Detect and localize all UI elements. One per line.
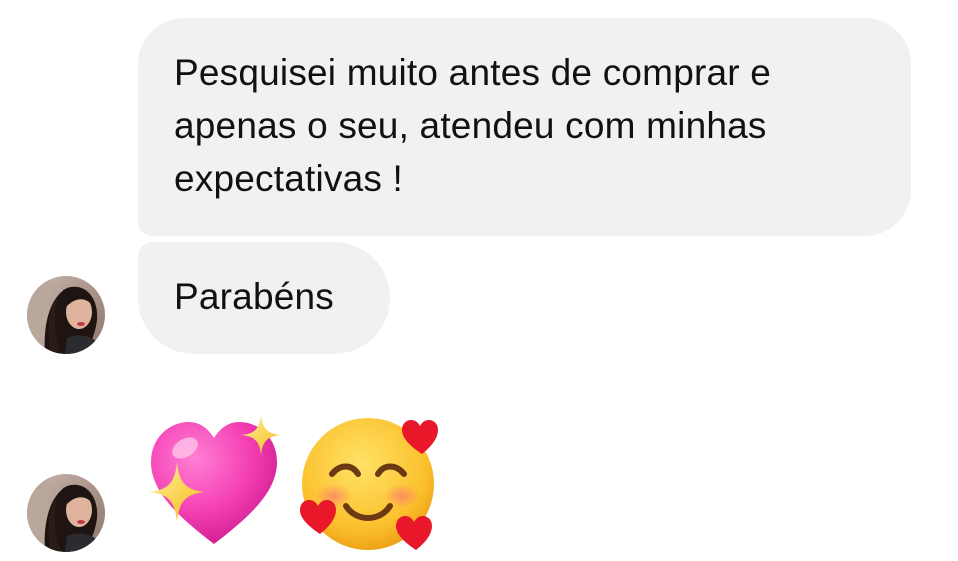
avatar-photo — [27, 276, 105, 354]
message-text-line: apenas o seu, atendeu com minhas — [174, 105, 767, 146]
avatar[interactable] — [27, 276, 105, 354]
message-bubble[interactable]: Parabéns — [138, 242, 390, 354]
message-text-line: Pesquisei muito antes de comprar e — [174, 52, 772, 93]
sparkling-heart-icon[interactable] — [143, 410, 286, 550]
avatar-photo — [27, 474, 105, 552]
message-text: Parabéns — [174, 276, 334, 317]
avatar[interactable] — [27, 474, 105, 552]
message-text-line: expectativas ! — [174, 158, 404, 199]
smiling-face-with-hearts-icon[interactable] — [298, 410, 444, 556]
message-bubble[interactable]: Pesquisei muito antes de comprar e apena… — [138, 18, 911, 236]
